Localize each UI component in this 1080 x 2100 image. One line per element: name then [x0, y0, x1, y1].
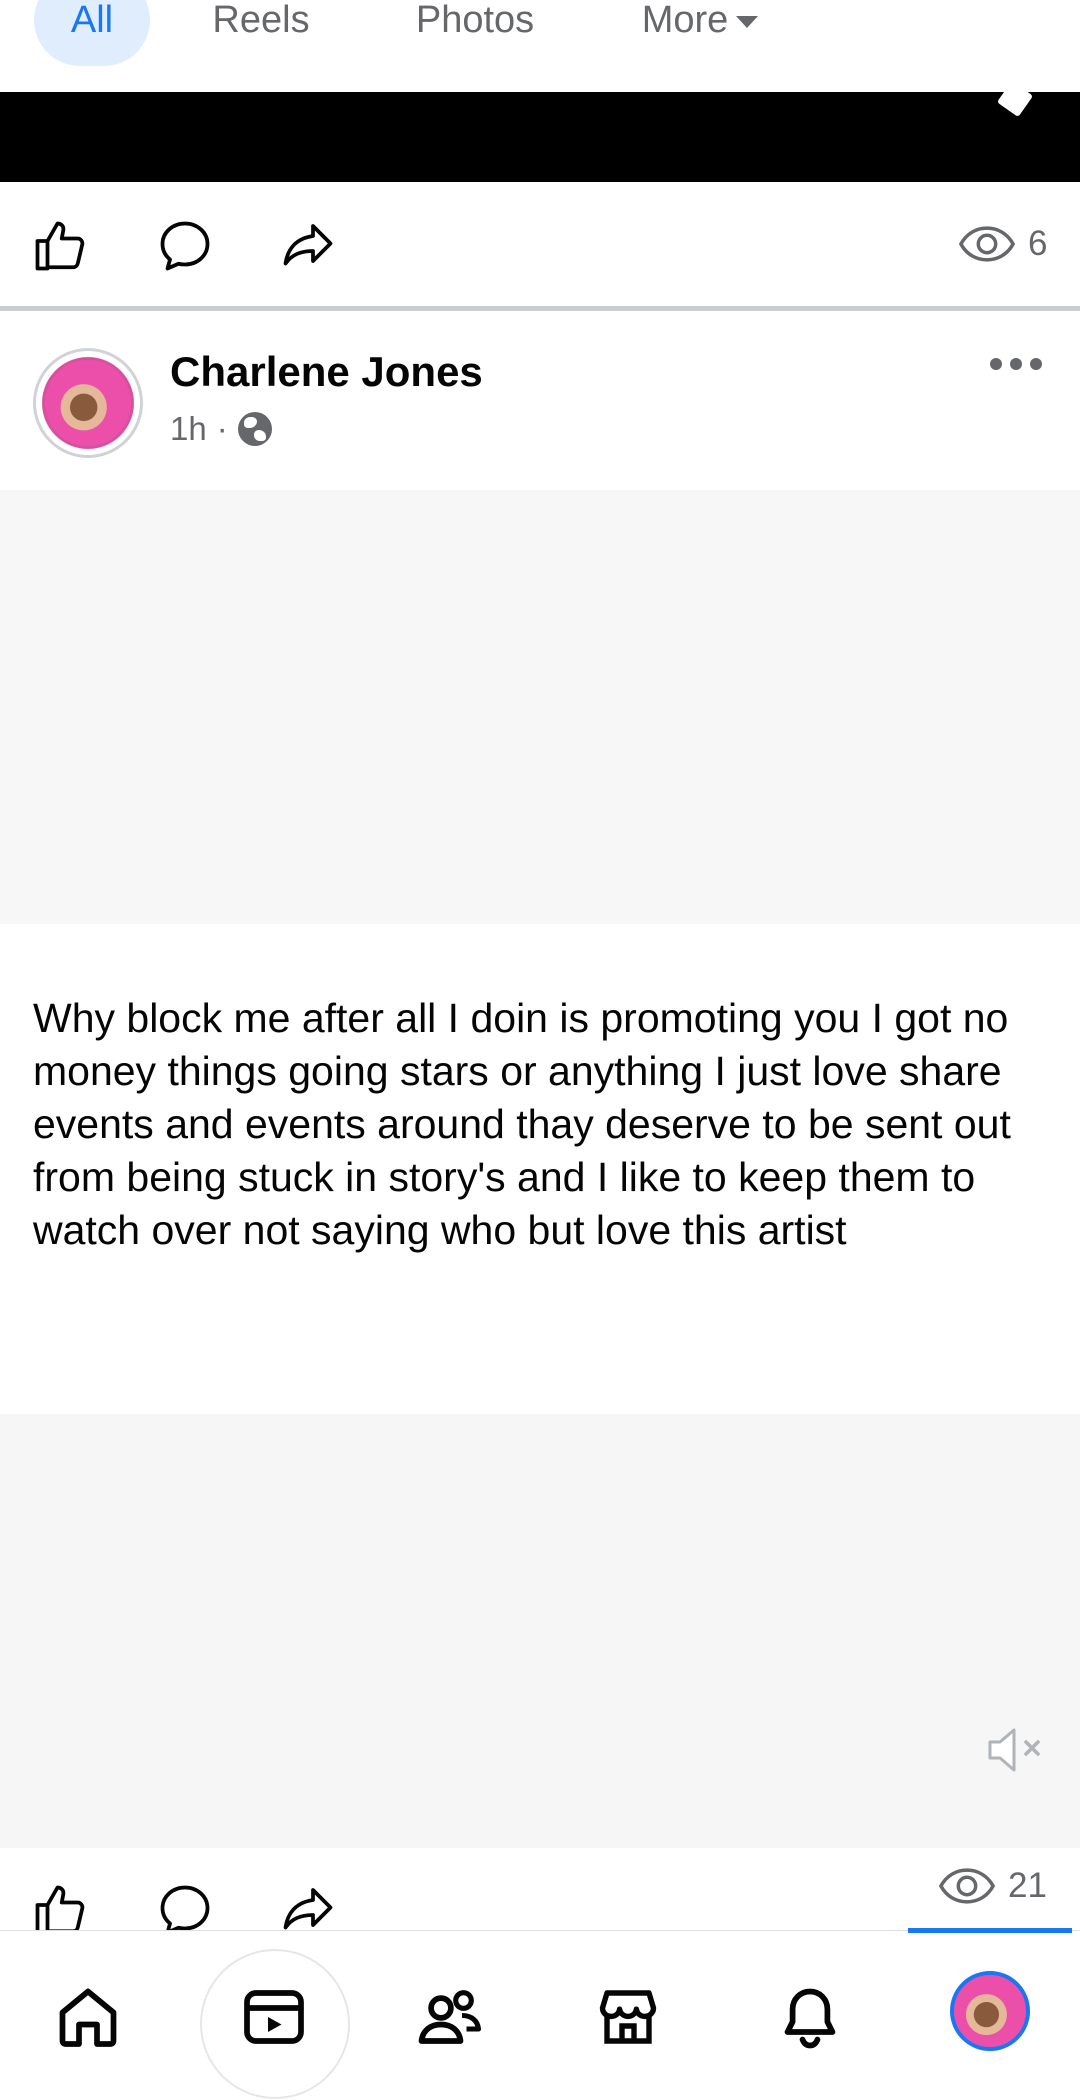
speaker-muted-icon [988, 1728, 1040, 1772]
nav-friends[interactable] [414, 1981, 486, 2053]
post-text: Why block me after all I doin is promoti… [33, 995, 1011, 1253]
view-count-value: 6 [1028, 224, 1048, 263]
view-count: 21 [938, 1866, 1047, 1906]
friends-icon [418, 1990, 482, 2044]
like-button[interactable] [30, 216, 90, 276]
tab-more-label: More [641, 0, 729, 41]
comment-button[interactable] [155, 216, 215, 276]
previous-post-action-bar: 6 [0, 184, 1080, 306]
share-arrow-icon [283, 1888, 333, 1930]
eye-icon [958, 226, 1016, 262]
nav-marketplace[interactable] [592, 1981, 664, 2053]
thumbs-up-icon [35, 1885, 85, 1932]
bell-icon [784, 1988, 836, 2049]
active-tab-indicator [908, 1928, 1072, 1933]
bottom-navigation [0, 1930, 1080, 2100]
share-button[interactable] [278, 216, 338, 276]
nav-notifications[interactable] [774, 1981, 846, 2053]
tab-photos-label: Photos [415, 0, 535, 41]
mute-button[interactable] [986, 1724, 1046, 1776]
post-options-button[interactable] [990, 358, 1042, 370]
nav-home[interactable] [52, 1981, 124, 2053]
comment-icon [160, 1885, 210, 1932]
author-avatar[interactable] [33, 348, 143, 458]
dot-icon [1010, 358, 1022, 370]
previous-post-video[interactable] [0, 80, 1080, 182]
tab-reels-label: Reels [212, 0, 310, 41]
comment-button[interactable] [155, 1880, 215, 1932]
post-time[interactable]: 1h [170, 410, 207, 448]
facebook-profile-screen: All Reels Photos More 6 Charlene Jones 1… [0, 0, 1080, 2100]
video-frame-bottom [0, 1414, 1080, 1848]
caret-down-icon [736, 16, 759, 28]
globe-icon [237, 412, 272, 446]
comment-icon [160, 221, 210, 271]
tab-all-label: All [70, 0, 114, 41]
filter-tabs: All Reels Photos More [0, 0, 1080, 92]
like-button[interactable] [30, 1880, 90, 1932]
marketplace-icon [599, 1990, 657, 2044]
view-count: 6 [958, 224, 1047, 264]
tab-reels[interactable]: Reels [196, 0, 326, 66]
dot-icon [990, 358, 1002, 370]
post-meta: 1h · [170, 410, 272, 448]
eye-icon [938, 1868, 996, 1904]
share-arrow-icon [283, 224, 333, 266]
video-frame-top [0, 490, 1080, 924]
thumbs-up-icon [35, 221, 85, 271]
nav-profile-avatar[interactable] [950, 1971, 1030, 2051]
dot-icon [1030, 358, 1042, 370]
author-name[interactable]: Charlene Jones [170, 348, 483, 396]
view-count-value: 21 [1008, 1866, 1047, 1905]
meta-separator: · [216, 410, 228, 447]
post-action-bar: 21 [0, 1840, 1080, 1932]
tab-more[interactable]: More [620, 0, 780, 66]
nav-video[interactable] [238, 1981, 310, 2053]
home-icon [59, 1988, 117, 2047]
video-icon [244, 1990, 304, 2044]
share-button[interactable] [278, 1880, 338, 1932]
avatar-photo [45, 360, 131, 446]
tab-all[interactable]: All [34, 0, 150, 66]
tab-photos[interactable]: Photos [390, 0, 560, 66]
post-divider [0, 306, 1080, 311]
